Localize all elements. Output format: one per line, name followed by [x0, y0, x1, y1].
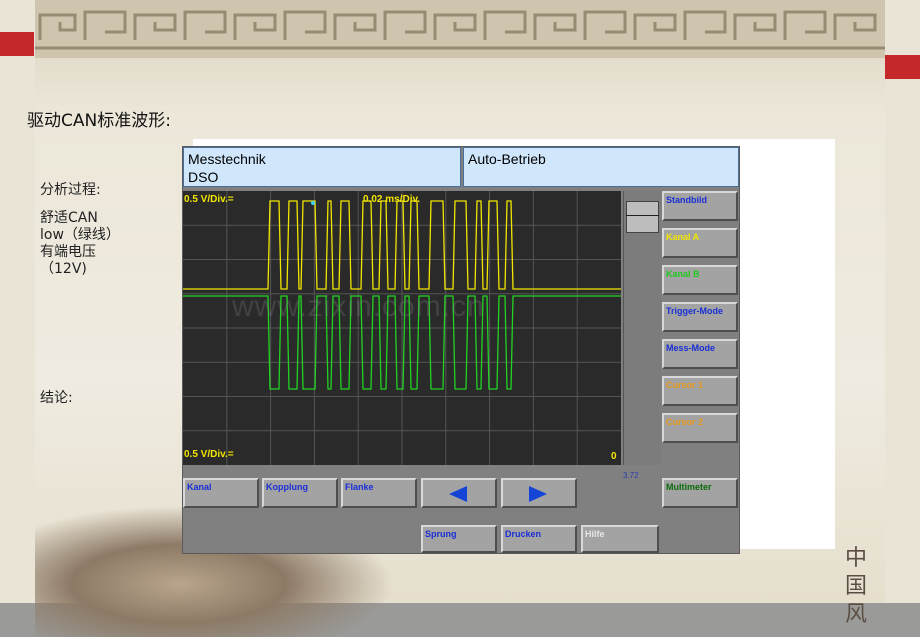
- header-status: Auto-Betrieb: [468, 151, 546, 167]
- zero-marker: 0: [611, 451, 617, 462]
- kanal-a-button[interactable]: Kanal A: [662, 228, 738, 258]
- analysis-line-3: 有端电压: [40, 244, 96, 260]
- analysis-label: 分析过程:: [40, 182, 101, 198]
- hilfe-button[interactable]: Hilfe: [581, 525, 659, 553]
- scope-waveform-canvas: [183, 191, 621, 465]
- scroll-value: 3.72: [623, 471, 639, 480]
- red-tab-left: [0, 32, 34, 56]
- multimeter-button[interactable]: Multimeter: [662, 478, 738, 508]
- trigger-marker-icon: [311, 201, 315, 205]
- kopplung-button[interactable]: Kopplung: [262, 478, 338, 508]
- seal-logo: 中国风: [844, 546, 867, 627]
- drucken-button[interactable]: Drucken: [501, 525, 577, 553]
- flanke-button[interactable]: Flanke: [341, 478, 417, 508]
- scrollbar[interactable]: [623, 191, 661, 465]
- arrow-right-icon: [529, 486, 547, 502]
- standbild-button[interactable]: Standbild: [662, 191, 738, 221]
- sprung-button[interactable]: Sprung: [421, 525, 497, 553]
- cursor-1-button[interactable]: Cursor 1: [662, 376, 738, 406]
- arrow-right-button[interactable]: [501, 478, 577, 508]
- page-title: 驱动CAN标准波形:: [27, 111, 171, 131]
- header-mode-box: Messtechnik DSO: [183, 147, 461, 187]
- scrollbar-thumb[interactable]: [626, 201, 659, 233]
- top-decorative-border: [35, 0, 885, 58]
- scope-screen[interactable]: 0.5 V/Div.= 0.02 ms/Div. 0.5 V/Div.= 0: [183, 191, 621, 465]
- arrow-left-button[interactable]: [421, 478, 497, 508]
- analysis-line-1: 舒适CAN: [40, 210, 98, 226]
- channel-a-scale: 0.5 V/Div.=: [184, 194, 234, 205]
- trigger-mode-button[interactable]: Trigger-Mode: [662, 302, 738, 332]
- oscilloscope-window: Messtechnik DSO Auto-Betrieb 0.5 V/Div.=…: [182, 146, 740, 554]
- conclusion-label: 结论:: [40, 390, 73, 406]
- arrow-left-icon: [449, 486, 467, 502]
- cursor-2-button[interactable]: Cursor 2: [662, 413, 738, 443]
- red-tab-right: [885, 55, 920, 79]
- kanal-button[interactable]: Kanal: [183, 478, 259, 508]
- header-subtitle: DSO: [188, 169, 219, 185]
- channel-b-scale: 0.5 V/Div.=: [184, 449, 234, 460]
- timebase-label: 0.02 ms/Div.: [363, 194, 421, 205]
- kanal-b-button[interactable]: Kanal B: [662, 265, 738, 295]
- analysis-line-2: low（绿线）: [40, 227, 120, 243]
- header-status-box: Auto-Betrieb: [463, 147, 739, 187]
- watermark-text: www.zixin.com.cn: [232, 290, 485, 323]
- header-title: Messtechnik: [188, 151, 266, 167]
- mess-mode-button[interactable]: Mess-Mode: [662, 339, 738, 369]
- analysis-line-4: （12V): [40, 261, 87, 277]
